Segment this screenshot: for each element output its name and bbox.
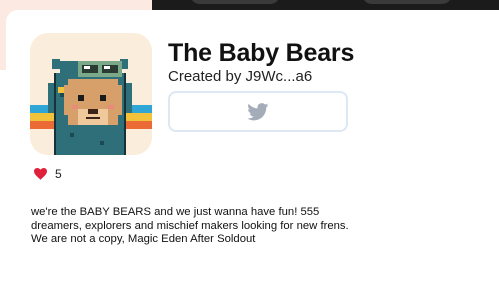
banner-shape <box>190 0 280 4</box>
twitter-bird-icon <box>247 102 269 120</box>
creator-line[interactable]: Created by J9Wc...a6 <box>168 68 312 86</box>
collection-avatar <box>30 33 152 155</box>
banner-shape <box>362 0 452 4</box>
collection-description: we're the BABY BEARS and we just wanna h… <box>31 206 349 245</box>
collection-title: The Baby Bears <box>168 39 355 67</box>
heart-icon[interactable] <box>34 168 47 180</box>
header-banner-edge <box>152 0 499 10</box>
twitter-link-button[interactable] <box>168 91 348 132</box>
likes-count: 5 <box>55 167 62 181</box>
baby-bear-pixel-art <box>30 33 152 155</box>
likes-counter[interactable]: 5 <box>34 167 62 181</box>
